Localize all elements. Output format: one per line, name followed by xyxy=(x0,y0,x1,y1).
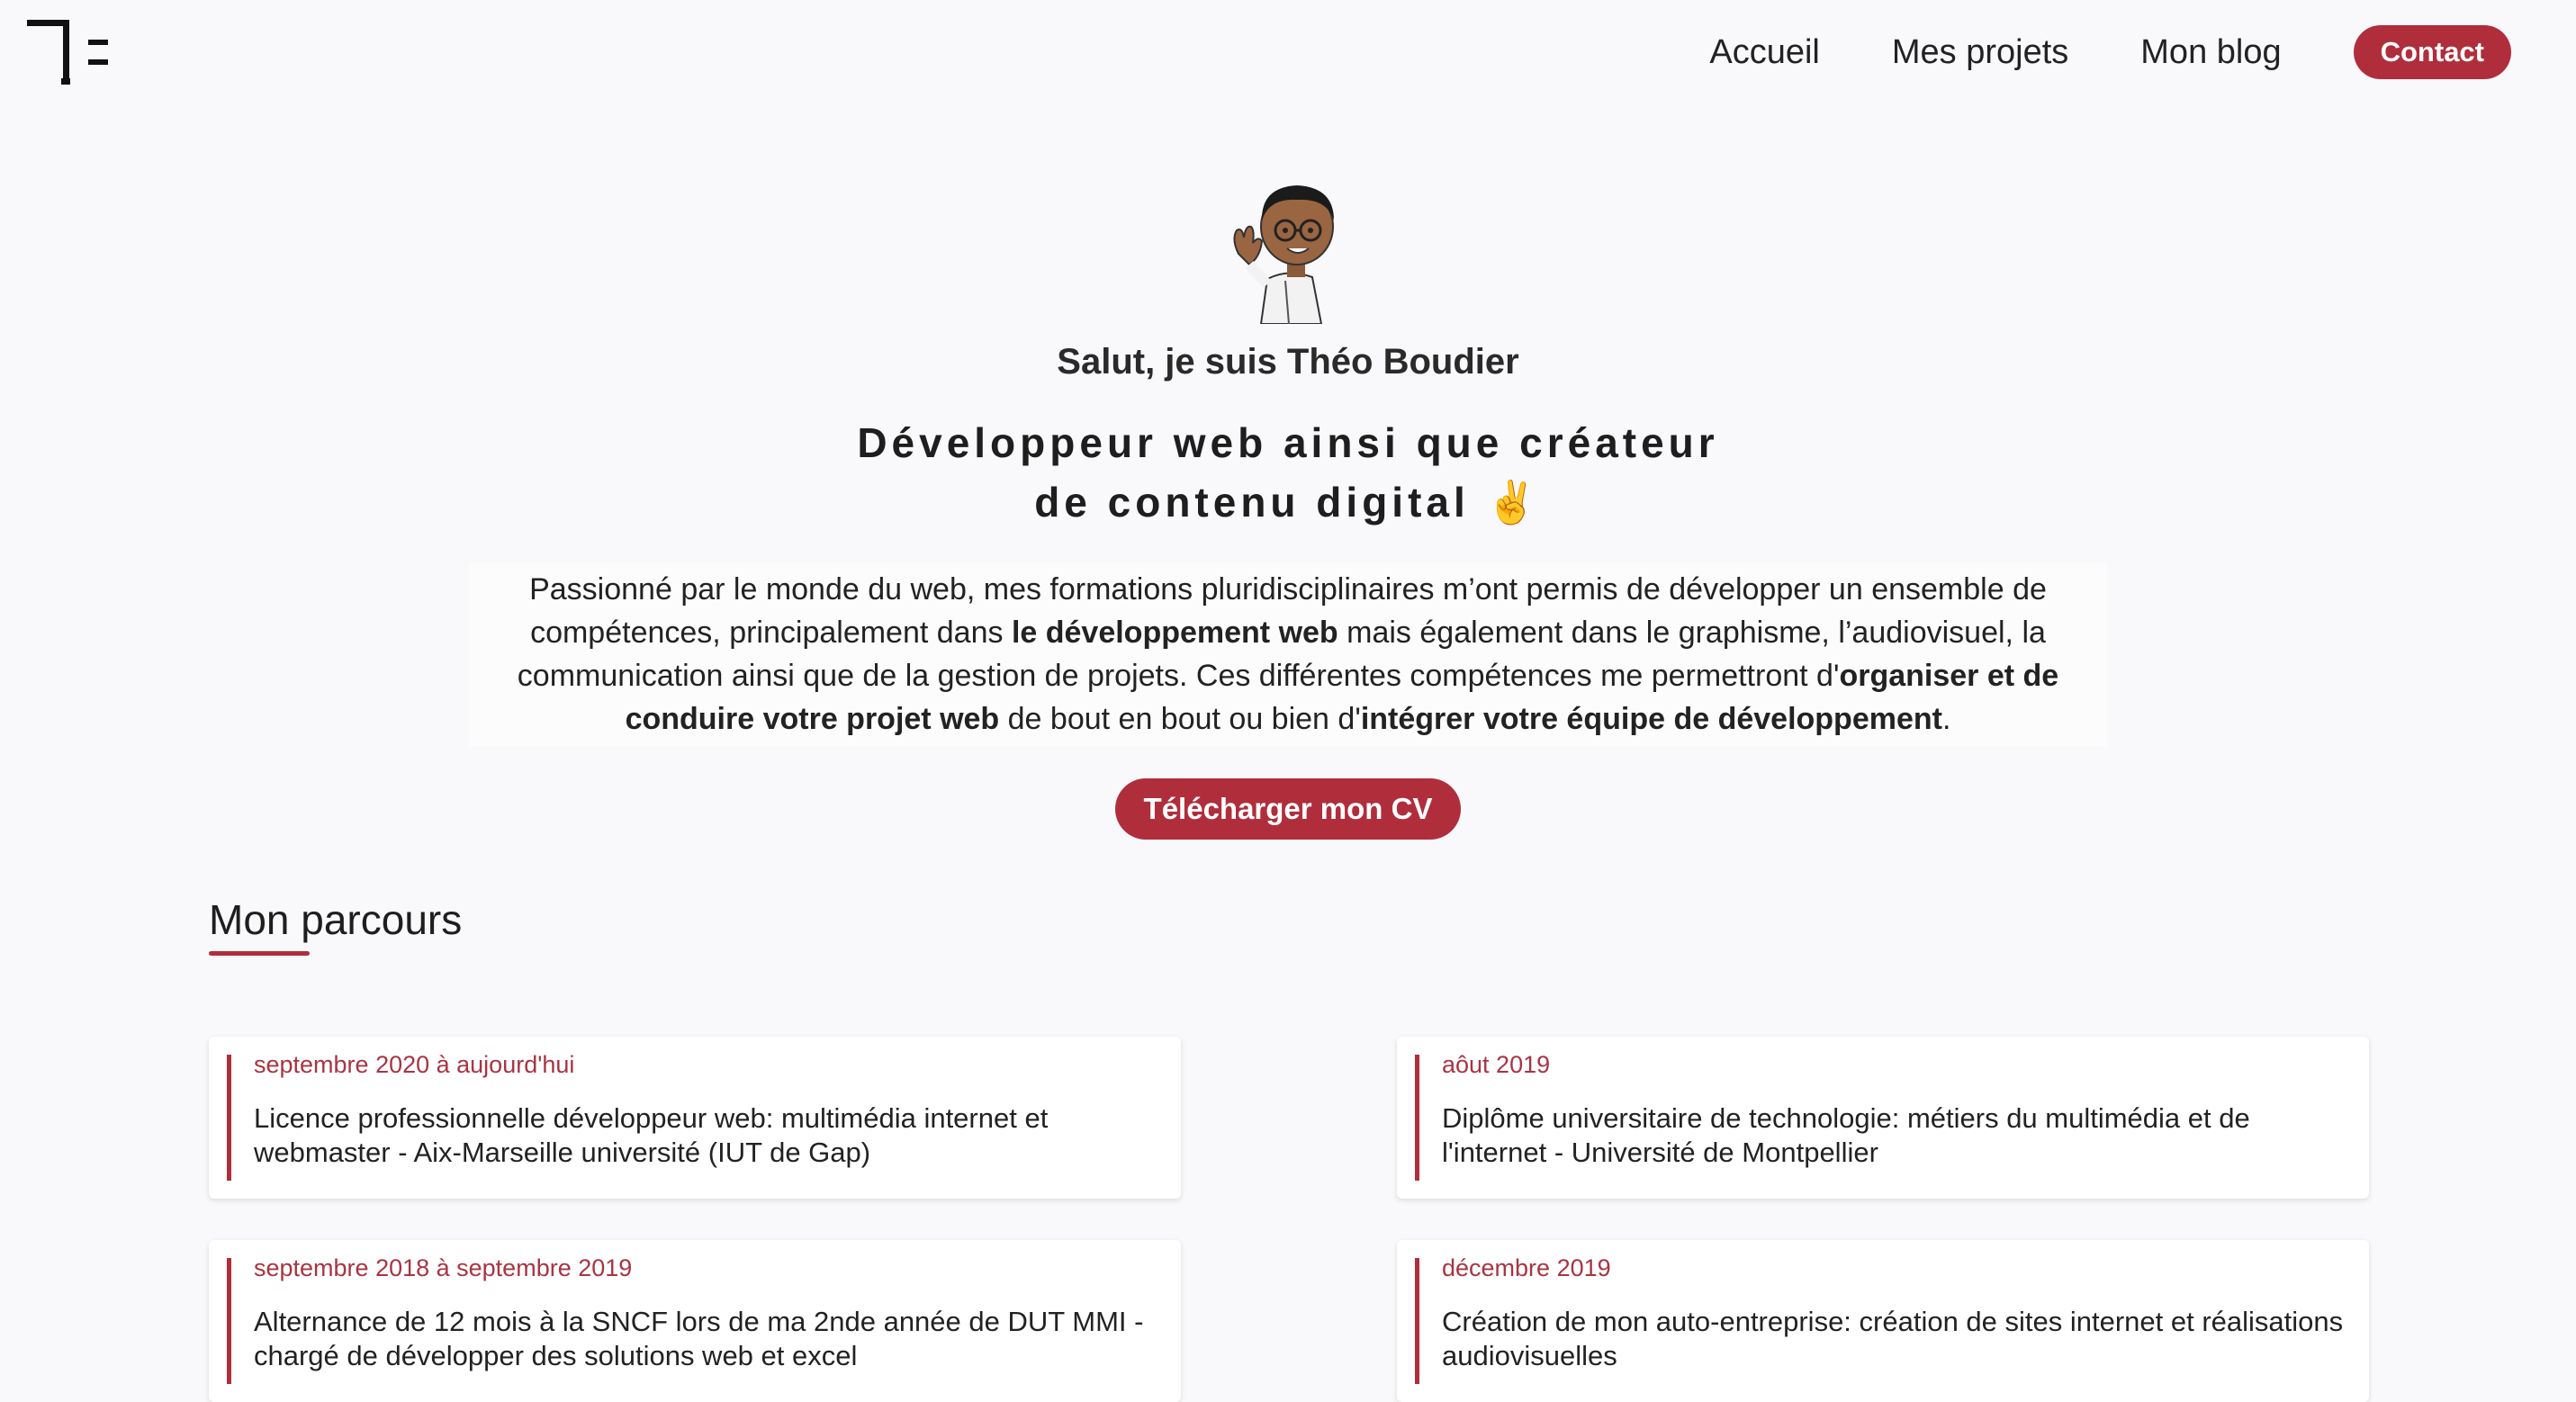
timeline-accent-bar xyxy=(1415,1258,1419,1384)
timeline-card: décembre 2019 Création de mon auto-entre… xyxy=(1397,1240,2369,1402)
timeline-description: Licence professionnelle développeur web:… xyxy=(254,1102,1049,1168)
timeline-date: septembre 2018 à septembre 2019 xyxy=(254,1254,633,1281)
tagline-line-2: de contenu digital ✌️ xyxy=(1034,479,1542,526)
main-nav: Accueil Mes projets Mon blog Contact xyxy=(1709,23,2511,81)
logo-icon[interactable] xyxy=(27,20,112,85)
timeline-accent-bar xyxy=(227,1055,231,1181)
timeline-accent-bar xyxy=(227,1258,231,1384)
intro-text-3: de bout en bout ou bien d' xyxy=(999,702,1361,736)
timeline-card: septembre 2018 à septembre 2019 Alternan… xyxy=(209,1240,1181,1402)
tagline-line-1: Développeur web ainsi que créateur xyxy=(857,419,1719,466)
timeline-description: Diplôme universitaire de technologie: mé… xyxy=(1442,1102,2250,1168)
timeline-card: septembre 2020 à aujourd'hui Licence pro… xyxy=(209,1037,1181,1199)
site-header: Accueil Mes projets Mon blog Contact xyxy=(0,0,2576,108)
section-title-parcours: Mon parcours xyxy=(209,896,463,943)
avatar xyxy=(1233,185,1334,324)
timeline-card: aôut 2019 Diplôme universitaire de techn… xyxy=(1397,1037,2369,1199)
hero-section: Salut, je suis Théo Boudier Développeur … xyxy=(0,171,2576,840)
nav-mon-blog[interactable]: Mon blog xyxy=(2140,33,2281,72)
intro-text-4: . xyxy=(1941,702,1951,736)
contact-button[interactable]: Contact xyxy=(2353,25,2511,79)
timeline-date: aôut 2019 xyxy=(1442,1051,1551,1078)
tagline: Développeur web ainsi que créateur de co… xyxy=(0,413,2576,532)
greeting-heading: Salut, je suis Théo Boudier xyxy=(1057,342,1519,382)
nav-accueil[interactable]: Accueil xyxy=(1709,33,1820,72)
intro-paragraph: Passionné par le monde du web, mes forma… xyxy=(469,562,2107,746)
timeline-grid: septembre 2020 à aujourd'hui Licence pro… xyxy=(209,1037,2369,1402)
section-title-underline xyxy=(209,951,310,956)
timeline-date: décembre 2019 xyxy=(1442,1254,1611,1281)
intro-bold-1: le développement web xyxy=(1011,616,1338,650)
timeline-description: Alternance de 12 mois à la SNCF lors de … xyxy=(254,1306,1144,1371)
timeline-description: Création de mon auto-entreprise: créatio… xyxy=(1442,1306,2344,1371)
timeline-date: septembre 2020 à aujourd'hui xyxy=(254,1051,575,1078)
download-cv-button[interactable]: Télécharger mon CV xyxy=(1114,778,1462,840)
intro-bold-3: intégrer votre équipe de développement xyxy=(1360,702,1942,736)
nav-mes-projets[interactable]: Mes projets xyxy=(1892,33,2068,72)
timeline-accent-bar xyxy=(1415,1055,1419,1181)
